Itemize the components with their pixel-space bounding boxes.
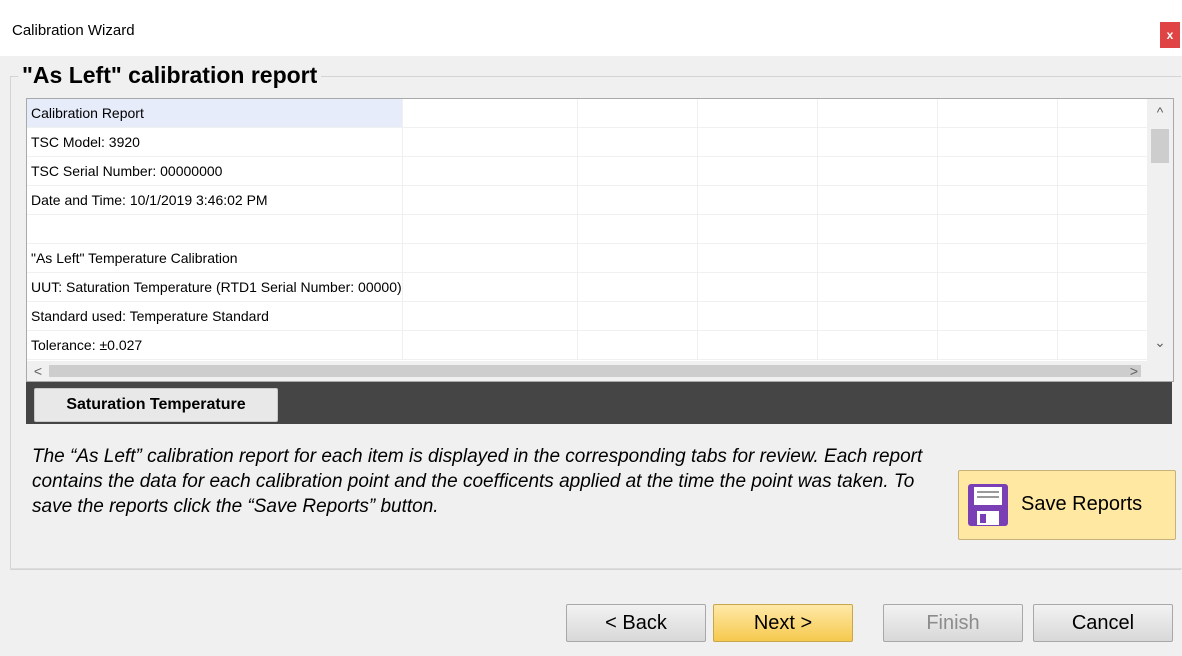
report-tab-strip: Saturation Temperature [26, 382, 1172, 424]
report-cell[interactable]: TSC Model: 3920 [27, 127, 403, 157]
horizontal-scrollbar[interactable]: < > [27, 361, 1173, 381]
close-button[interactable]: x [1160, 22, 1180, 48]
report-group-title: "As Left" calibration report [18, 62, 322, 89]
table-row: UUT: Saturation Temperature (RTD1 Serial… [27, 272, 1173, 302]
vertical-scrollbar[interactable]: ^ ⌄ [1147, 99, 1173, 361]
table-row: Tolerance: ±0.027 [27, 330, 1173, 360]
report-cell[interactable]: Date and Time: 10/1/2019 3:46:02 PM [27, 185, 403, 215]
table-row: TSC Model: 3920 [27, 127, 1173, 157]
table-row [27, 214, 1173, 244]
table-row: Standard used: Temperature Standard [27, 301, 1173, 331]
back-button[interactable]: < Back [566, 604, 706, 642]
instructions-text: The “As Left” calibration report for eac… [32, 446, 923, 517]
report-cell[interactable]: Tolerance: ±0.027 [27, 330, 403, 360]
report-cell[interactable] [27, 214, 403, 244]
scroll-left-icon[interactable]: < [27, 361, 49, 381]
title-bar: Calibration Wizard x [0, 0, 1182, 56]
scroll-up-icon[interactable]: ^ [1147, 101, 1173, 123]
report-cell[interactable]: UUT: Saturation Temperature (RTD1 Serial… [27, 272, 403, 302]
scroll-right-icon[interactable]: > [1123, 361, 1145, 381]
save-reports-label: Save Reports [1021, 493, 1143, 515]
table-row: Calibration Report [27, 99, 1173, 128]
report-grid[interactable]: Calibration Report TSC Model: 3920 TSC S… [26, 98, 1174, 382]
vertical-scroll-thumb[interactable] [1151, 129, 1169, 163]
report-table: Calibration Report TSC Model: 3920 TSC S… [27, 99, 1173, 360]
scroll-down-icon[interactable]: ⌄ [1147, 331, 1173, 353]
table-row: TSC Serial Number: 00000000 [27, 156, 1173, 186]
table-row: "As Left" Temperature Calibration [27, 243, 1173, 273]
report-cell[interactable]: "As Left" Temperature Calibration [27, 243, 403, 273]
save-reports-button[interactable]: Save Reports [958, 470, 1176, 540]
report-cell[interactable]: TSC Serial Number: 00000000 [27, 156, 403, 186]
finish-button[interactable]: Finish [883, 604, 1023, 642]
report-cell[interactable]: Calibration Report [27, 99, 403, 128]
horizontal-scroll-thumb[interactable] [49, 365, 1141, 377]
next-button[interactable]: Next > [713, 604, 853, 642]
footer-divider [10, 568, 1182, 569]
table-row: Date and Time: 10/1/2019 3:46:02 PM [27, 185, 1173, 215]
report-cell[interactable]: Standard used: Temperature Standard [27, 301, 403, 331]
tab-saturation-temperature[interactable]: Saturation Temperature [34, 388, 278, 422]
cancel-button[interactable]: Cancel [1033, 604, 1173, 642]
floppy-disk-icon [968, 484, 1008, 526]
window-title: Calibration Wizard [12, 22, 135, 39]
